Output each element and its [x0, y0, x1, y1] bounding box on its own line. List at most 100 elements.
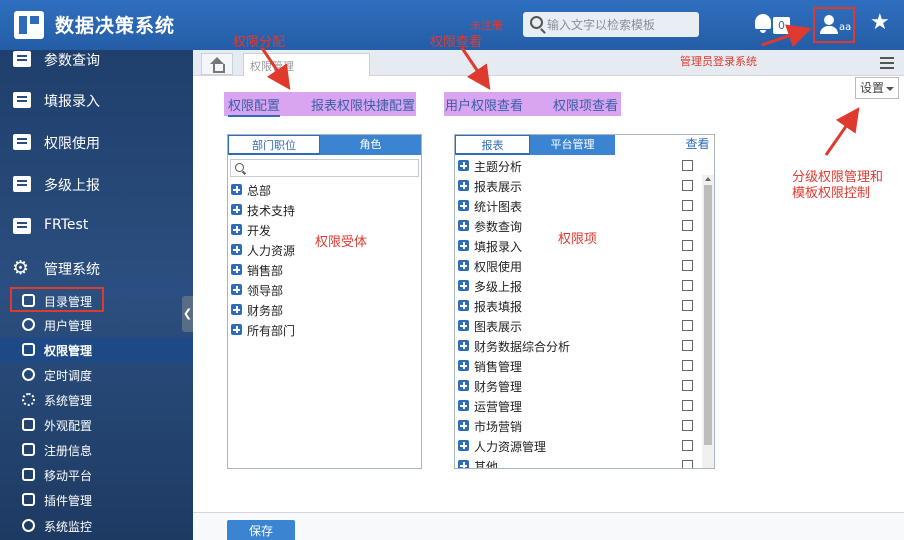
save-button[interactable]: 保存: [227, 520, 295, 540]
expand-plus-icon[interactable]: [231, 224, 242, 235]
expand-plus-icon[interactable]: [458, 420, 469, 431]
expand-plus-icon[interactable]: [458, 200, 469, 211]
sidebar-sub-mobile[interactable]: 移动平台: [0, 463, 193, 487]
view-checkbox[interactable]: [682, 360, 693, 371]
expand-plus-icon[interactable]: [458, 380, 469, 391]
expand-plus-icon[interactable]: [231, 244, 242, 255]
tab-department-position[interactable]: 部门职位: [228, 135, 320, 155]
sidebar-sub-schedule[interactable]: 定时调度: [0, 363, 193, 387]
tree-item[interactable]: 权限使用: [458, 256, 693, 276]
menu-icon[interactable]: [880, 57, 894, 69]
bell-icon[interactable]: [754, 14, 772, 34]
expand-plus-icon[interactable]: [231, 304, 242, 315]
view-checkbox[interactable]: [682, 280, 693, 291]
tree-item[interactable]: 财务数据综合分析: [458, 336, 693, 356]
tree-item[interactable]: 统计图表: [458, 196, 693, 216]
view-checkbox[interactable]: [682, 440, 693, 451]
search-box[interactable]: [523, 12, 699, 37]
tree-item[interactable]: 所有部门: [231, 320, 416, 340]
view-checkbox[interactable]: [682, 180, 693, 191]
tab-report-quick-config[interactable]: 报表权限快捷配置: [311, 95, 415, 114]
expand-plus-icon[interactable]: [458, 280, 469, 291]
tree-item[interactable]: 市场营销: [458, 416, 693, 436]
tree-item[interactable]: 人力资源管理: [458, 436, 693, 456]
tree-item[interactable]: 主题分析: [458, 156, 693, 176]
tab-user-perm-view[interactable]: 用户权限查看: [445, 95, 523, 114]
expand-plus-icon[interactable]: [231, 264, 242, 275]
expand-plus-icon[interactable]: [458, 460, 469, 468]
search-input[interactable]: [547, 14, 695, 35]
expand-plus-icon[interactable]: [231, 324, 242, 335]
view-checkbox[interactable]: [682, 200, 693, 211]
expand-plus-icon[interactable]: [458, 440, 469, 451]
sidebar-sub-permissions[interactable]: 权限管理: [0, 338, 193, 362]
view-checkbox[interactable]: [682, 260, 693, 271]
view-checkbox[interactable]: [682, 340, 693, 351]
view-checkbox[interactable]: [682, 240, 693, 251]
sidebar-sub-register[interactable]: 注册信息: [0, 438, 193, 462]
expand-plus-icon[interactable]: [458, 340, 469, 351]
tab-permission-management[interactable]: 权限管理: [243, 53, 370, 76]
tree-item[interactable]: 总部: [231, 180, 416, 200]
expand-plus-icon[interactable]: [458, 220, 469, 231]
tab-perm-item-view[interactable]: 权限项查看: [553, 95, 618, 114]
home-icon[interactable]: [201, 53, 233, 75]
expand-plus-icon[interactable]: [458, 180, 469, 191]
tree-item[interactable]: 销售部: [231, 260, 416, 280]
tree-item[interactable]: 销售管理: [458, 356, 693, 376]
notification-count-badge: 0: [773, 17, 790, 34]
tree-item[interactable]: 报表填报: [458, 296, 693, 316]
sidebar-item-fill-entry[interactable]: 填报录入: [0, 81, 193, 119]
view-checkbox[interactable]: [682, 420, 693, 431]
user-account-button[interactable]: aa: [813, 7, 855, 43]
tab-perm-config[interactable]: 权限配置: [228, 95, 281, 117]
annotation-perm-view: 权限查看: [430, 35, 483, 50]
tree-item[interactable]: 财务管理: [458, 376, 693, 396]
sidebar-sub-users[interactable]: 用户管理: [0, 313, 193, 337]
sidebar-collapse-chevron-icon[interactable]: ❮: [182, 296, 193, 332]
tree-item[interactable]: 图表展示: [458, 316, 693, 336]
view-checkbox[interactable]: [682, 220, 693, 231]
sidebar-sub-appearance[interactable]: 外观配置: [0, 413, 193, 437]
tree-item[interactable]: 报表展示: [458, 176, 693, 196]
expand-plus-icon[interactable]: [458, 360, 469, 371]
view-checkbox[interactable]: [682, 300, 693, 311]
tree-item[interactable]: 领导部: [231, 280, 416, 300]
expand-plus-icon[interactable]: [458, 160, 469, 171]
sidebar-sub-plugins[interactable]: 插件管理: [0, 488, 193, 512]
sidebar-sub-system[interactable]: 系统管理: [0, 388, 193, 412]
expand-plus-icon[interactable]: [458, 260, 469, 271]
tab-role[interactable]: 角色: [320, 135, 421, 155]
expand-plus-icon[interactable]: [458, 300, 469, 311]
tree-item[interactable]: 技术支持: [231, 200, 416, 220]
favorite-star-icon[interactable]: ★: [870, 10, 890, 36]
list-scrollbar[interactable]: [702, 175, 714, 468]
sidebar-item-management[interactable]: ⚙ 管理系统: [0, 249, 193, 287]
sidebar-sub-monitor[interactable]: 系统监控: [0, 514, 193, 538]
view-checkbox[interactable]: [682, 400, 693, 411]
view-checkbox[interactable]: [682, 320, 693, 331]
expand-plus-icon[interactable]: [231, 284, 242, 295]
tree-item[interactable]: 其他: [458, 456, 693, 468]
sidebar-item-multi-report[interactable]: 多级上报: [0, 165, 193, 203]
tree-item[interactable]: 多级上报: [458, 276, 693, 296]
expand-plus-icon[interactable]: [458, 320, 469, 331]
tree-item[interactable]: 运营管理: [458, 396, 693, 416]
sidebar-item-perm-use[interactable]: 权限使用: [0, 123, 193, 161]
tree-item[interactable]: 财务部: [231, 300, 416, 320]
sidebar-item-param-query[interactable]: 参数查询: [0, 50, 193, 78]
settings-dropdown[interactable]: 设置: [855, 77, 899, 99]
expand-plus-icon[interactable]: [458, 400, 469, 411]
view-checkbox[interactable]: [682, 160, 693, 171]
view-checkbox[interactable]: [682, 380, 693, 391]
tree-item[interactable]: 填报录入: [458, 236, 693, 256]
sidebar-item-frtest[interactable]: FRTest: [0, 207, 193, 245]
tab-platform-management[interactable]: 平台管理: [530, 135, 615, 155]
view-checkbox[interactable]: [682, 460, 693, 468]
tree-item[interactable]: 参数查询: [458, 216, 693, 236]
expand-plus-icon[interactable]: [231, 184, 242, 195]
expand-plus-icon[interactable]: [231, 204, 242, 215]
subject-search-input[interactable]: [230, 159, 419, 177]
tab-report[interactable]: 报表: [455, 135, 530, 155]
expand-plus-icon[interactable]: [458, 240, 469, 251]
